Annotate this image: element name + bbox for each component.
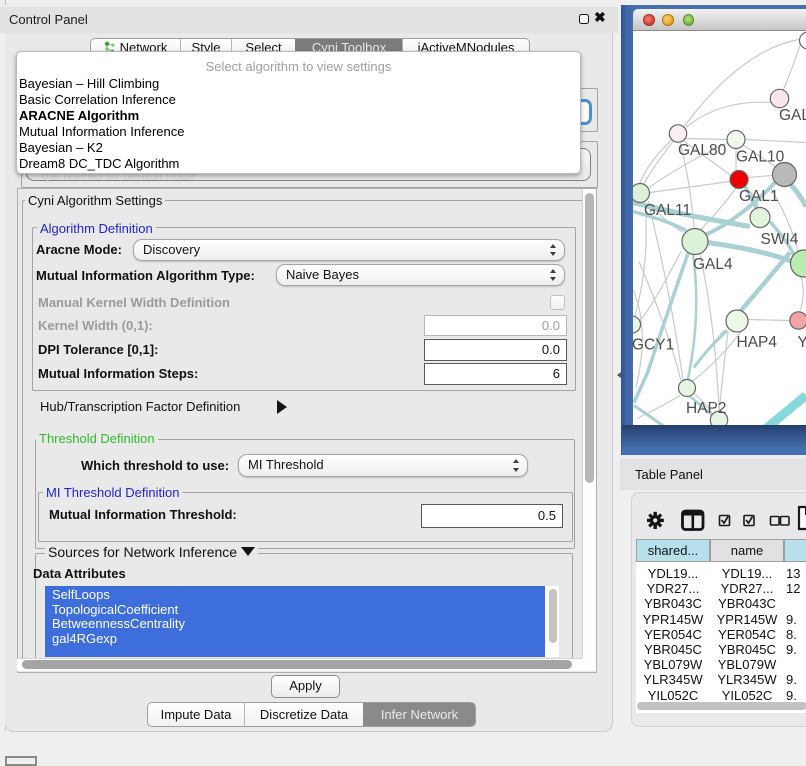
svg-text:HAP4: HAP4 xyxy=(737,334,778,351)
svg-text:SWI4: SWI4 xyxy=(761,231,799,248)
svg-text:GAL1: GAL1 xyxy=(739,188,779,205)
svg-text:Y: Y xyxy=(798,334,806,351)
svg-text:GAL: GAL xyxy=(779,107,806,124)
svg-text:GAL80: GAL80 xyxy=(678,142,727,159)
svg-text:GAL10: GAL10 xyxy=(736,149,785,166)
svg-text:GAL4: GAL4 xyxy=(693,256,733,273)
svg-text:GAL11: GAL11 xyxy=(644,202,691,219)
svg-text:GCY1: GCY1 xyxy=(633,337,674,354)
svg-text:HAP2: HAP2 xyxy=(686,400,727,417)
